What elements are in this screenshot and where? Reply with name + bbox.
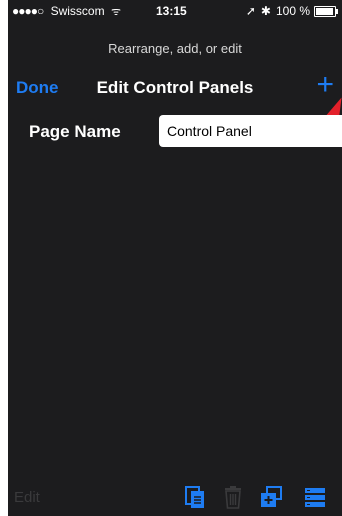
edit-button[interactable]: Edit — [14, 489, 40, 506]
trash-icon[interactable] — [220, 484, 246, 510]
battery-icon — [314, 5, 338, 17]
wifi-icon: ᯤ — [110, 6, 121, 18]
copy-page-icon[interactable] — [182, 484, 208, 510]
status-bar: ●●●●○ Swisscom ᯤ 13:15 ➚ ✱ 100 % — [8, 0, 342, 22]
add-stack-icon[interactable] — [258, 484, 284, 510]
page-name-row: Page Name — [8, 115, 342, 149]
carrier-name: Swisscom — [50, 4, 105, 18]
bluetooth-icon: ✱ — [260, 4, 271, 18]
list-icon[interactable] — [302, 484, 328, 510]
location-icon: ➚ — [245, 4, 256, 18]
edit-prompt: Rearrange, add, or edit — [108, 41, 242, 56]
app-screen: ●●●●○ Swisscom ᯤ 13:15 ➚ ✱ 100 % Rearran… — [8, 0, 342, 516]
signal-strength-icon: ●●●●○ — [12, 4, 44, 18]
status-time: 13:15 — [156, 4, 187, 18]
page-name-label: Page Name — [29, 122, 121, 141]
done-button[interactable]: Done — [16, 78, 59, 98]
page-name-input[interactable] — [159, 115, 342, 147]
battery-percent: 100 % — [275, 4, 310, 18]
navigation-bar: Done Edit Control Panels + — [8, 66, 342, 108]
bottom-toolbar: Edit — [8, 476, 342, 516]
